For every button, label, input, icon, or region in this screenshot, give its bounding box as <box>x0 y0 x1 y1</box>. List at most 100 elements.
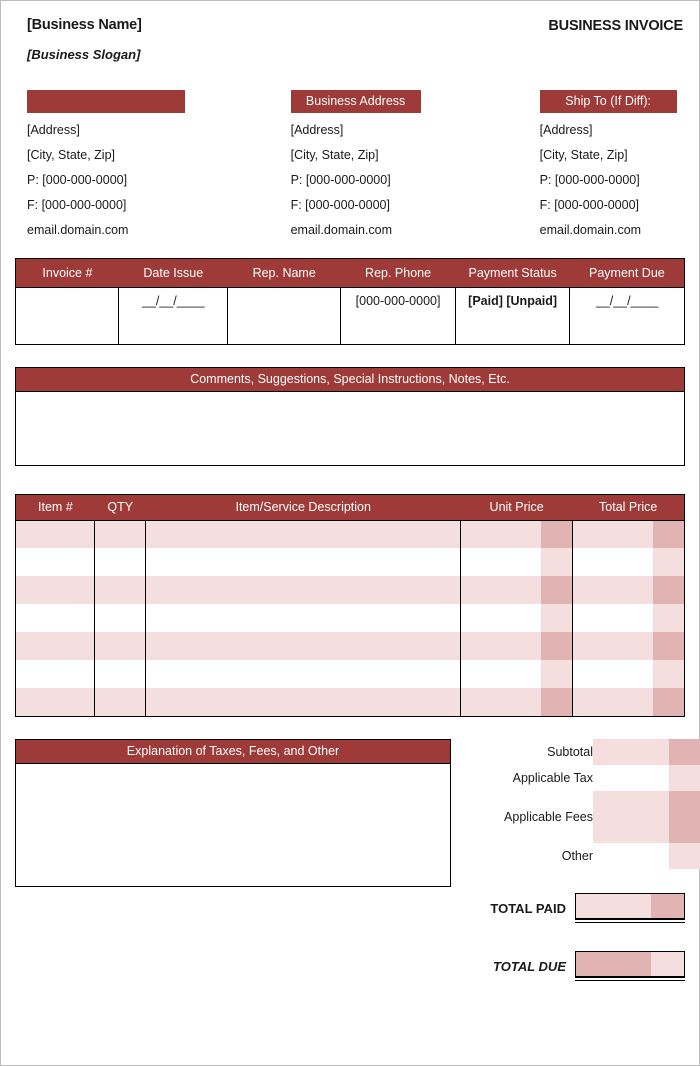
cell-unit-price[interactable] <box>460 660 573 688</box>
address-line: [Address] <box>539 123 593 137</box>
total-paid-value[interactable] <box>575 893 685 918</box>
page-header: [Business Name] [Business Slogan] BUSINE… <box>15 1 685 62</box>
totals-row-applicable-fees: Applicable Fees <box>495 791 700 843</box>
cell-item-number[interactable] <box>16 548 95 576</box>
address-line: P: [000-000-0000] <box>27 173 128 187</box>
cell-unit-price[interactable] <box>460 576 573 604</box>
totals-value-subtotal[interactable] <box>593 739 700 765</box>
field-invoice-number[interactable] <box>16 287 120 344</box>
cell-total-price[interactable] <box>571 548 684 576</box>
table-row <box>16 548 684 576</box>
field-payment-due[interactable]: __/__/____ <box>569 287 684 344</box>
address-block-ship-to: Ship To (If Diff): [Address] [City, Stat… <box>539 90 685 248</box>
cell-description[interactable] <box>145 548 461 576</box>
cell-item-number[interactable] <box>16 604 95 632</box>
address-block-bill-to: [Address] [City, State, Zip] P: [000-000… <box>27 90 291 248</box>
cell-item-number[interactable] <box>16 632 95 660</box>
table-row <box>16 604 684 632</box>
column-header-invoice-number: Invoice # <box>16 259 119 288</box>
cell-qty[interactable] <box>94 576 146 604</box>
totals-value-applicable-fees[interactable] <box>593 791 700 843</box>
comments-heading: Comments, Suggestions, Special Instructi… <box>16 367 684 391</box>
address-line: [Address] <box>27 123 80 137</box>
cell-qty[interactable] <box>94 688 146 716</box>
totals-label-subtotal: Subtotal <box>547 744 593 759</box>
cell-description[interactable] <box>145 660 461 688</box>
column-header-date-issue: Date Issue <box>118 259 228 288</box>
cell-item-number[interactable] <box>16 519 95 548</box>
field-rep-phone[interactable]: [000-000-0000] <box>340 287 457 344</box>
cell-qty[interactable] <box>94 660 146 688</box>
address-email: email.domain.com <box>539 223 642 237</box>
total-due-underline <box>575 976 685 981</box>
cell-unit-price[interactable] <box>460 604 573 632</box>
address-line: [Address] <box>290 123 344 137</box>
cell-qty[interactable] <box>94 519 146 548</box>
cell-total-price[interactable] <box>571 632 684 660</box>
totals-value-applicable-tax[interactable] <box>593 765 700 791</box>
tax-explanation-heading: Explanation of Taxes, Fees, and Other <box>16 740 450 763</box>
column-header-rep-name: Rep. Name <box>227 259 341 288</box>
invoice-page: [Business Name] [Business Slogan] BUSINE… <box>0 0 700 1066</box>
table-row <box>16 660 684 688</box>
address-heading-business: Business Address <box>290 90 421 113</box>
address-heading-bill-to <box>27 90 185 113</box>
total-due-row: TOTAL DUE <box>493 951 685 981</box>
totals-row-applicable-tax: Applicable Tax <box>495 765 700 791</box>
column-header-item-number: Item # <box>16 494 95 520</box>
address-line: [City, State, Zip] <box>290 148 379 162</box>
cell-unit-price[interactable] <box>460 548 573 576</box>
total-paid-label: TOTAL PAID <box>490 900 566 916</box>
business-identity: [Business Name] [Business Slogan] <box>15 17 142 62</box>
column-header-payment-due: Payment Due <box>569 259 684 288</box>
address-line: F: [000-000-0000] <box>539 198 640 212</box>
tax-explanation-input[interactable] <box>16 763 450 886</box>
totals-row-other: Other <box>495 843 700 869</box>
cell-description[interactable] <box>145 604 461 632</box>
address-line: P: [000-000-0000] <box>539 173 640 187</box>
address-line: P: [000-000-0000] <box>290 173 391 187</box>
total-paid-row: TOTAL PAID <box>490 893 685 923</box>
totals-section: Subtotal Applicable Tax Applicable Fees <box>490 739 700 981</box>
total-paid-underline <box>575 918 685 923</box>
invoice-info-header-row: Invoice # Date Issue Rep. Name Rep. Phon… <box>16 259 684 288</box>
cell-description[interactable] <box>145 519 461 548</box>
cell-total-price[interactable] <box>571 576 684 604</box>
comments-input[interactable] <box>16 390 684 465</box>
cell-qty[interactable] <box>94 548 146 576</box>
field-date-issue[interactable]: __/__/____ <box>118 287 229 344</box>
cell-item-number[interactable] <box>16 660 95 688</box>
cell-item-number[interactable] <box>16 576 95 604</box>
cell-item-number[interactable] <box>16 688 95 716</box>
address-block-business: Business Address [Address] [City, State,… <box>290 90 540 248</box>
invoice-info-value-row: __/__/____ [000-000-0000] [Paid] [Unpaid… <box>16 287 684 344</box>
address-heading-ship-to: Ship To (If Diff): <box>539 90 677 113</box>
cell-total-price[interactable] <box>571 519 684 548</box>
cell-total-price[interactable] <box>571 604 684 632</box>
field-rep-name[interactable] <box>227 287 342 344</box>
comments-section: Comments, Suggestions, Special Instructi… <box>15 366 685 466</box>
line-items-table: Item # QTY Item/Service Description Unit… <box>15 493 685 717</box>
cell-description[interactable] <box>145 632 461 660</box>
cell-total-price[interactable] <box>571 688 684 716</box>
cell-description[interactable] <box>145 576 461 604</box>
column-header-description: Item/Service Description <box>145 494 461 520</box>
total-due-label: TOTAL DUE <box>493 958 566 974</box>
cell-total-price[interactable] <box>571 660 684 688</box>
business-slogan: [Business Slogan] <box>27 47 141 62</box>
cell-unit-price[interactable] <box>460 519 573 548</box>
cell-description[interactable] <box>145 688 461 716</box>
field-payment-status[interactable]: [Paid] [Unpaid] <box>455 287 571 344</box>
address-line: F: [000-000-0000] <box>27 198 127 212</box>
totals-label-applicable-fees: Applicable Fees <box>504 809 593 824</box>
totals-value-other[interactable] <box>593 843 700 869</box>
cell-qty[interactable] <box>94 632 146 660</box>
tax-explanation-section: Explanation of Taxes, Fees, and Other <box>15 739 451 887</box>
column-header-rep-phone: Rep. Phone <box>340 259 456 288</box>
cell-unit-price[interactable] <box>460 632 573 660</box>
cell-qty[interactable] <box>94 604 146 632</box>
total-due-value[interactable] <box>575 951 685 976</box>
cell-unit-price[interactable] <box>460 688 573 716</box>
column-header-qty: QTY <box>94 494 146 520</box>
address-line: [City, State, Zip] <box>539 148 628 162</box>
